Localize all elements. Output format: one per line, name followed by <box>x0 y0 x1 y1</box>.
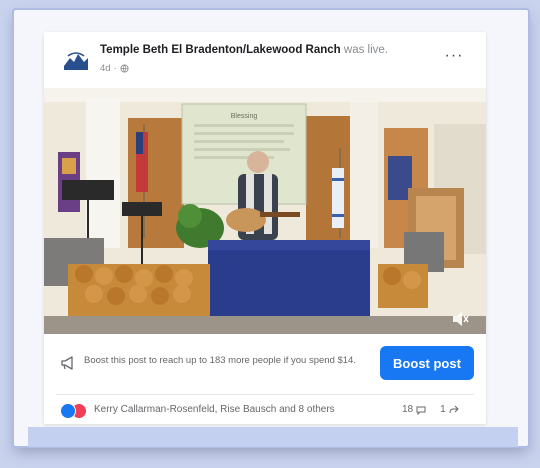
live-video-player[interactable]: Blessing <box>44 88 486 334</box>
post-header: Temple Beth El Bradenton/Lakewood Ranch … <box>44 32 486 84</box>
screen-title: Blessing <box>231 113 258 120</box>
more-options-icon[interactable]: ··· <box>438 46 470 70</box>
share-icon[interactable] <box>449 405 459 415</box>
temple-logo-icon <box>60 44 92 76</box>
like-reaction-icon <box>60 403 76 419</box>
globe-icon <box>120 64 129 73</box>
post-card: Temple Beth El Bradenton/Lakewood Ranch … <box>44 32 486 424</box>
post-meta: 4d · <box>100 63 129 74</box>
reactions-divider <box>56 394 474 395</box>
live-status: was live. <box>343 44 388 56</box>
speaker-icon[interactable] <box>450 310 470 328</box>
engagement-counts: 18 1 <box>402 404 459 415</box>
comment-icon[interactable] <box>416 405 426 415</box>
boost-post-button[interactable]: Boost post <box>380 346 474 380</box>
boost-message: Boost this post to reach up to 183 more … <box>84 355 356 366</box>
boost-bar: Boost this post to reach up to 183 more … <box>44 334 486 392</box>
page-name: Temple Beth El Bradenton/Lakewood Ranch … <box>100 44 388 56</box>
reaction-icons[interactable] <box>60 403 90 419</box>
megaphone-icon <box>61 356 73 370</box>
video-frame-image: Blessing <box>44 88 486 334</box>
page-name-link[interactable]: Temple Beth El Bradenton/Lakewood Ranch <box>100 44 341 56</box>
post-time[interactable]: 4d <box>100 63 111 74</box>
comments-count[interactable]: 18 <box>402 404 413 415</box>
reactions-bar: Kerry Callarman-Rosenfeld, Rise Bausch a… <box>44 396 486 424</box>
page-avatar[interactable] <box>60 44 92 76</box>
reaction-names[interactable]: Kerry Callarman-Rosenfeld, Rise Bausch a… <box>94 404 335 415</box>
meta-separator: · <box>113 63 117 74</box>
frame-bottom-strip <box>28 427 518 447</box>
shares-count[interactable]: 1 <box>440 404 446 415</box>
